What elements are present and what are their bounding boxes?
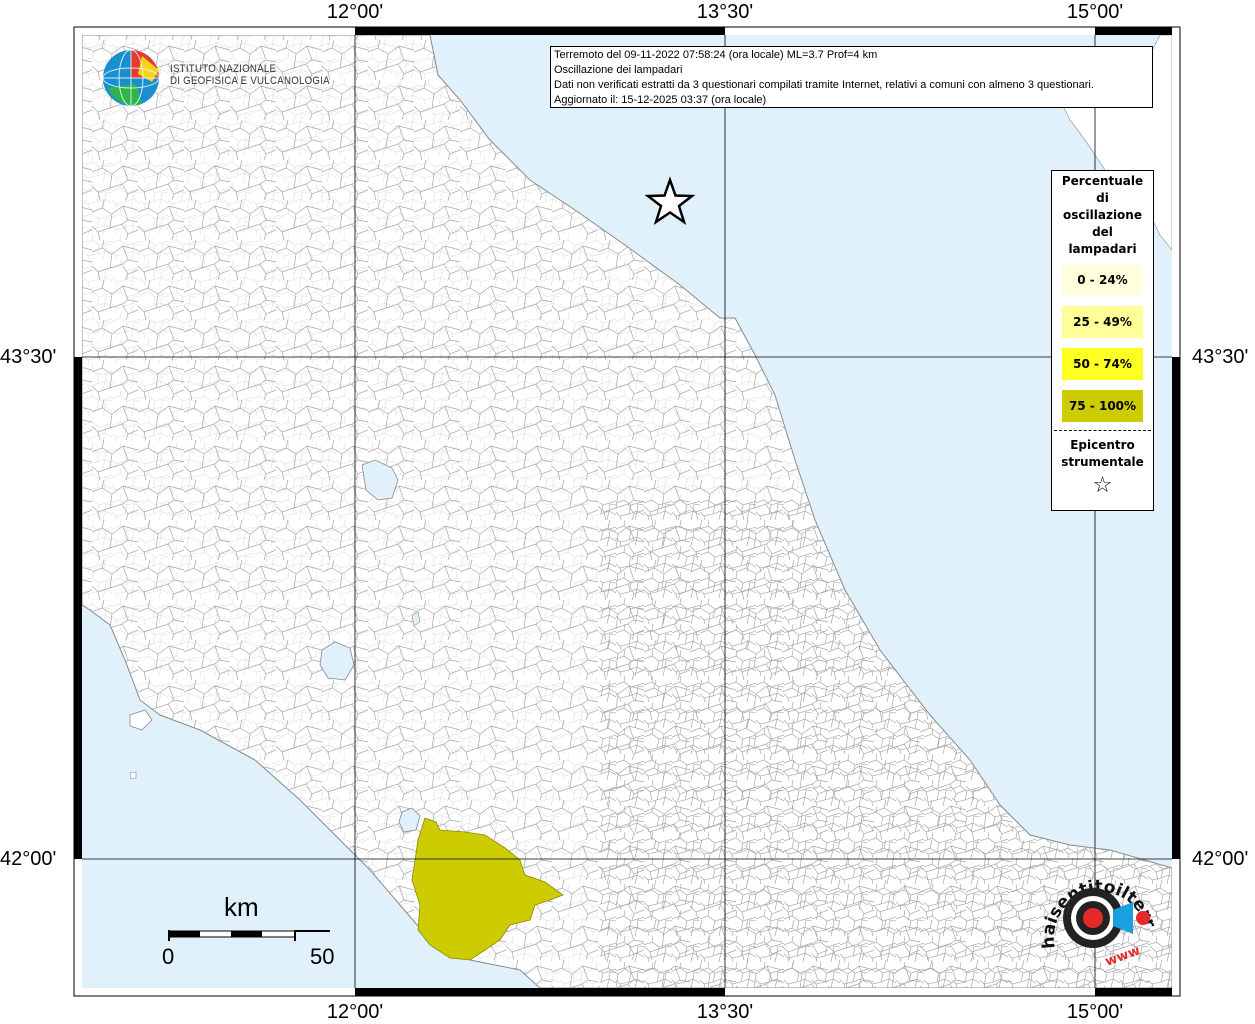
haisentito-logo: haisentitoilterremoto.it www [1026,843,1165,973]
legend-title-line3: oscillazione [1063,208,1142,222]
legend-title-line5: lampadari [1068,242,1137,256]
event-info-line2: Oscillazione dei lampadari [554,64,683,76]
lon-label-bottom-3: 15°00' [1066,1001,1124,1023]
scale-bar-graphic [168,930,330,941]
event-info-line4: Aggiornato il: 15-12-2025 03:37 (ora loc… [554,94,767,106]
legend-title-line4: del [1092,225,1113,239]
map-legend: Percentuale di oscillazione del lampadar… [1051,170,1154,511]
legend-title: Percentuale di oscillazione del lampadar… [1052,173,1153,258]
legend-class-75-100: 75 - 100% [1062,390,1143,422]
island-giglio [129,771,137,780]
legend-separator [1054,430,1151,431]
legend-star-icon: ☆ [1092,473,1113,498]
lat-label-left-1: 43°30' [0,346,57,368]
legend-epicenter-line2: strumentale [1061,455,1144,469]
legend-class-25-49: 25 - 49% [1062,306,1143,338]
lat-label-right-2: 42°00' [1192,848,1249,870]
lon-label-top-2: 13°30' [696,1,754,23]
legend-epicenter-label: Epicentro strumentale [1052,437,1153,471]
ingv-name-line2: DI GEOFISICA E VULCANOLOGIA [170,75,330,87]
lon-label-bottom-1: 12°00' [326,1001,384,1023]
lon-label-top-1: 12°00' [326,1,384,23]
event-info-line1: Terremoto del 09-11-2022 07:58:24 (ora l… [554,49,878,61]
event-info-line3: Dati non verificati estratti da 3 questi… [554,79,1094,91]
legend-title-line2: di [1096,191,1109,205]
legend-title-line1: Percentuale [1061,174,1144,188]
ingv-name-line1: ISTITUTO NAZIONALE [170,63,277,75]
lat-label-left-2: 42°00' [0,848,57,870]
legend-class-0-24: 0 - 24% [1062,264,1143,296]
lon-label-top-3: 15°00' [1066,1,1124,23]
lon-label-bottom-2: 13°30' [696,1001,754,1023]
scale-max-label: 50 [310,944,335,969]
lat-label-right-1: 43°30' [1192,346,1249,368]
scale-unit: km [224,892,259,922]
ingv-name: ISTITUTO NAZIONALE DI GEOFISICA E VULCAN… [170,63,330,87]
haisentito-target-icon: haisentitoilterremoto.it www [1026,843,1160,970]
legend-epicenter-line1: Epicentro [1070,438,1135,452]
event-info-box: Terremoto del 09-11-2022 07:58:24 (ora l… [550,46,1153,108]
haisentito-www: www [1103,943,1142,969]
scale-bar: km 0 50 [160,892,340,972]
scale-min-label: 0 [162,944,175,969]
legend-class-50-74: 50 - 74% [1062,348,1143,380]
ingv-globe-icon [102,49,160,107]
